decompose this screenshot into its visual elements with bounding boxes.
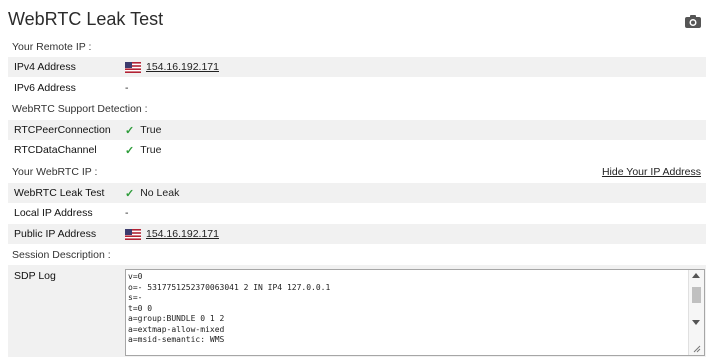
sdp-log-textarea[interactable]: v=0 o=- 5317751252370063041 2 IN IP4 127… [125, 269, 705, 356]
peer-label: RTCPeerConnection [14, 124, 111, 136]
scroll-thumb[interactable] [692, 287, 701, 303]
section-support: WebRTC Support Detection : [12, 103, 148, 115]
scroll-down-icon[interactable] [692, 320, 700, 325]
peer-row: RTCPeerConnection ✓ True [8, 120, 706, 140]
local-ip-value: - [125, 207, 129, 219]
leak-row: WebRTC Leak Test ✓ No Leak [8, 183, 706, 203]
leak-label: WebRTC Leak Test [14, 187, 105, 199]
ipv4-row: IPv4 Address 154.16.192.171 [8, 57, 706, 77]
ipv4-value[interactable]: 154.16.192.171 [146, 61, 219, 73]
resize-grip-icon[interactable] [693, 345, 701, 353]
public-ip-label: Public IP Address [14, 228, 97, 240]
channel-label: RTCDataChannel [14, 144, 97, 156]
us-flag-icon [125, 228, 141, 240]
scroll-up-icon[interactable] [692, 273, 700, 278]
peer-value: True [140, 124, 162, 136]
camera-icon[interactable] [684, 14, 702, 29]
check-icon: ✓ [125, 187, 135, 200]
section-remote-ip: Your Remote IP : [12, 41, 92, 53]
ipv6-label: IPv6 Address [14, 82, 76, 94]
channel-value: True [140, 144, 162, 156]
local-ip-row: Local IP Address - [8, 203, 706, 223]
sdp-scrollbar[interactable] [688, 270, 704, 355]
local-ip-label: Local IP Address [14, 207, 93, 219]
leak-value: No Leak [140, 187, 180, 199]
us-flag-icon [125, 61, 141, 73]
page-title: WebRTC Leak Test [8, 9, 164, 29]
public-ip-value[interactable]: 154.16.192.171 [146, 228, 219, 240]
hide-ip-link[interactable]: Hide Your IP Address [602, 166, 701, 178]
check-icon: ✓ [125, 144, 135, 157]
section-webrtc-ip: Your WebRTC IP : [12, 166, 98, 178]
public-ip-row: Public IP Address 154.16.192.171 [8, 224, 706, 244]
channel-row: RTCDataChannel ✓ True [8, 140, 706, 160]
ipv6-row: IPv6 Address - [8, 78, 706, 98]
ipv6-value: - [125, 82, 129, 94]
section-session: Session Description : [12, 249, 111, 261]
sdp-label: SDP Log [14, 270, 56, 282]
check-icon: ✓ [125, 124, 135, 137]
sdp-log-text[interactable]: v=0 o=- 5317751252370063041 2 IN IP4 127… [128, 272, 688, 346]
ipv4-label: IPv4 Address [14, 61, 76, 73]
